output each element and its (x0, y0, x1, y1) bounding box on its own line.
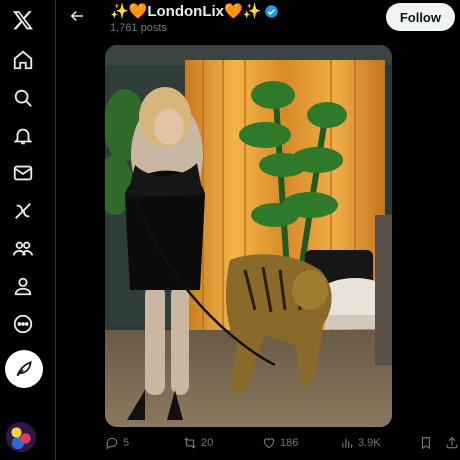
reply-icon (106, 437, 118, 450)
notifications-icon[interactable] (9, 122, 37, 150)
bookmark-icon (421, 437, 431, 450)
analytics-icon (342, 438, 353, 448)
repost-count: 20 (201, 437, 214, 449)
like-count: 186 (280, 437, 299, 449)
compose-post-button[interactable] (5, 350, 43, 388)
communities-icon[interactable] (9, 235, 37, 263)
media-photo (105, 45, 392, 427)
account-avatar[interactable] (6, 422, 36, 452)
grok-icon[interactable] (9, 197, 37, 225)
share-button[interactable] (445, 436, 459, 450)
heart-icon (263, 438, 275, 449)
reply-count: 5 (123, 437, 130, 449)
feather-plus-icon (16, 361, 32, 377)
back-button[interactable] (67, 6, 87, 26)
follow-button[interactable]: Follow (385, 3, 455, 31)
profile-title: ✨🧡LondonLix🧡✨ (110, 2, 279, 20)
home-icon[interactable] (9, 46, 37, 74)
bookmark-button[interactable] (419, 436, 433, 450)
verified-badge-icon (265, 4, 279, 18)
arrow-left-icon (70, 10, 83, 22)
post-actions: 5 20 186 3.9K (105, 436, 460, 456)
x-logo-icon[interactable] (9, 6, 37, 34)
like-button[interactable]: 186 (262, 436, 298, 450)
more-icon[interactable] (9, 310, 37, 338)
messages-icon[interactable] (9, 159, 37, 187)
post-count: 1,761 posts (110, 22, 167, 34)
display-name[interactable]: ✨🧡LondonLix🧡✨ (110, 2, 261, 20)
post-media[interactable] (105, 45, 392, 427)
search-icon[interactable] (9, 84, 37, 112)
reply-button[interactable]: 5 (105, 436, 129, 450)
share-icon (446, 436, 458, 449)
view-count: 3.9K (358, 437, 381, 449)
views-button[interactable]: 3.9K (340, 436, 381, 450)
post-header: ✨🧡LondonLix🧡✨ 1,761 posts Follow (57, 0, 460, 40)
repost-button[interactable]: 20 (183, 436, 213, 450)
profile-icon[interactable] (9, 272, 37, 300)
nav-rail (0, 0, 56, 460)
repost-icon (184, 437, 196, 449)
